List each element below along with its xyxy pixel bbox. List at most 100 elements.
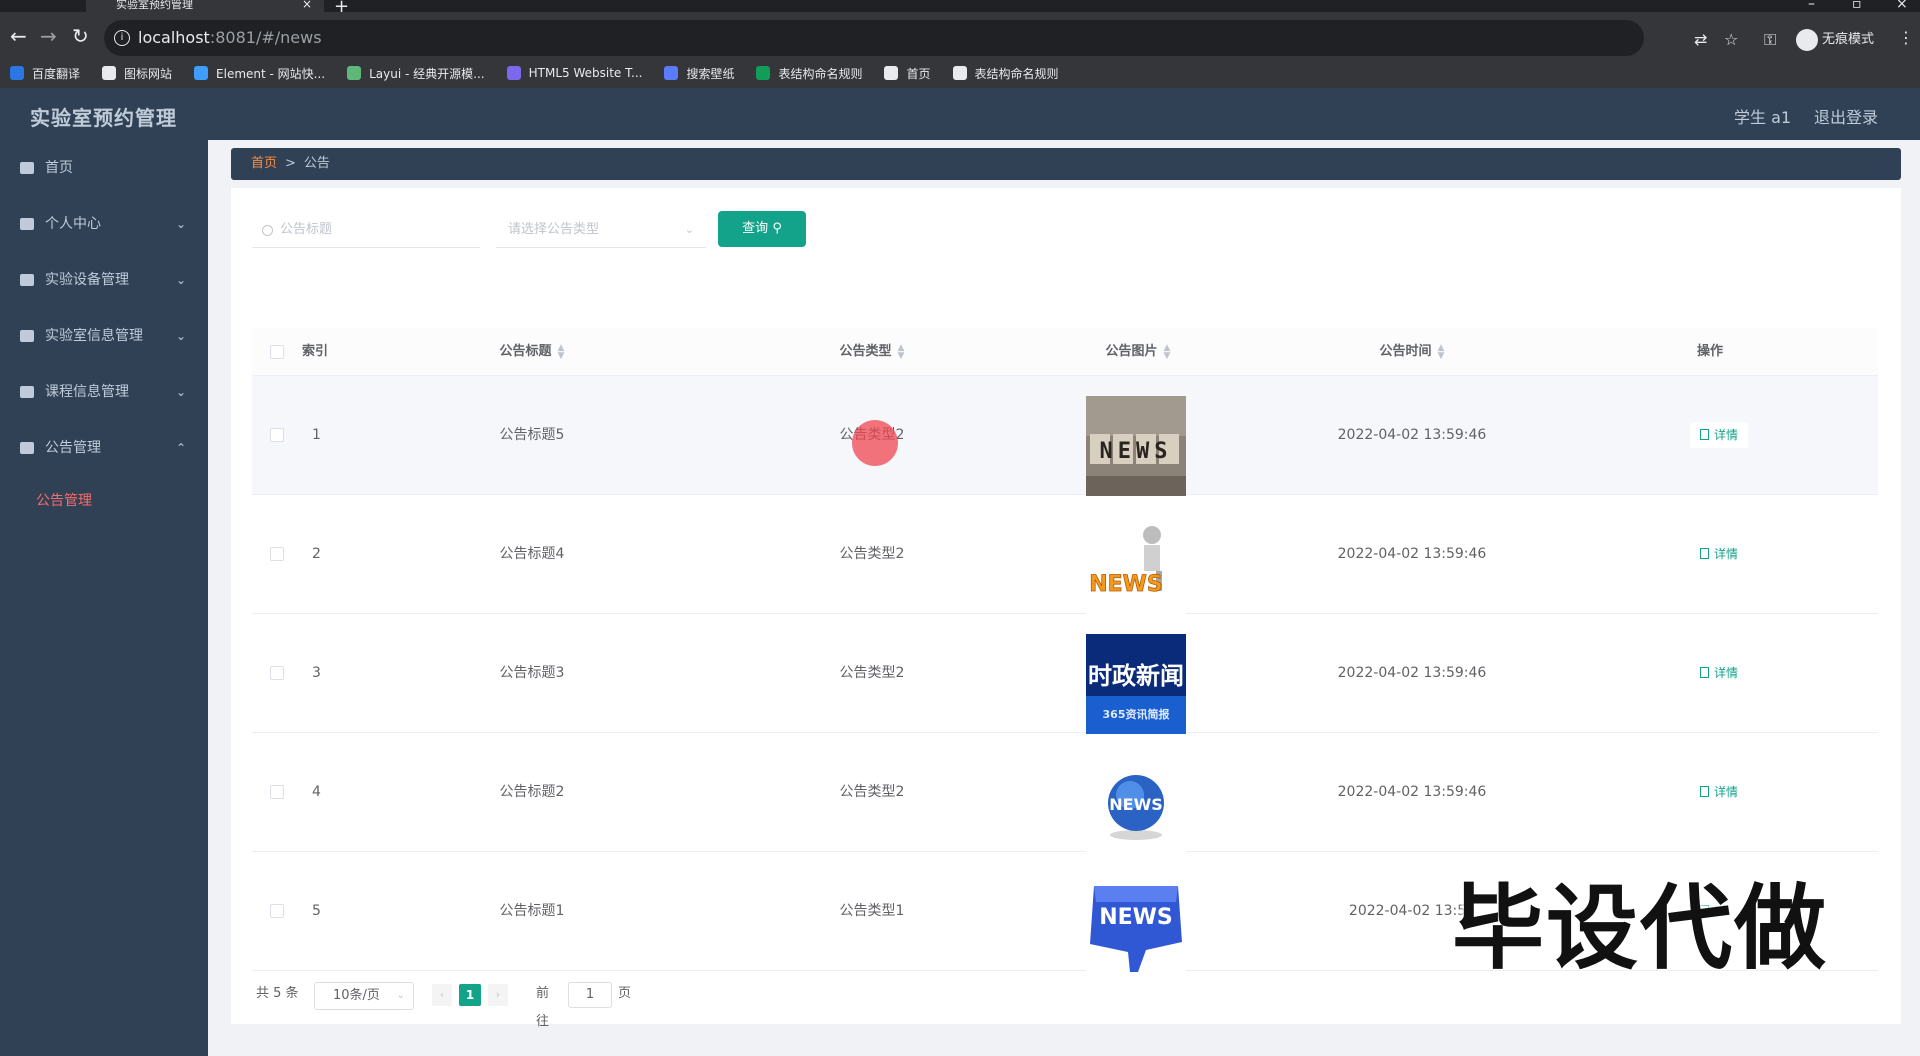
detail-button[interactable]: 详情 — [1690, 779, 1749, 805]
app-header: 实验室预约管理 学生 a1 退出登录 — [0, 88, 1920, 140]
key-icon[interactable]: ⚿ — [1764, 30, 1776, 50]
bookmark-item[interactable]: 表结构命名规则 — [952, 65, 1059, 82]
cell-title: 公告标题4 — [499, 546, 565, 562]
bookmark-item[interactable]: 首页 — [884, 65, 931, 82]
home-icon — [20, 162, 34, 174]
breadcrumb-home[interactable]: 首页 — [251, 156, 277, 171]
col-header-index: 索引 — [302, 328, 332, 376]
star-icon[interactable]: ☆ — [1724, 30, 1738, 49]
sort-icon[interactable]: ▲ ▼ — [558, 343, 565, 360]
sidebar-subitem-notice-manage[interactable]: 公告管理 — [0, 476, 208, 526]
sidebar: 首页 个人中心 ⌄ 实验设备管理 ⌄ 实验室信息管理 ⌄ 课程信息管理 ⌄ 公告… — [0, 140, 208, 1056]
bookmark-label: Layui - 经典开源模... — [369, 66, 485, 81]
bookmark-item[interactable]: 图标网站 — [102, 65, 172, 82]
bookmark-item[interactable]: 表结构命名规则 — [756, 65, 862, 82]
query-button[interactable]: 查询 ⚲ — [718, 211, 806, 247]
cell-type: 公告类型2 — [839, 665, 905, 681]
user-name[interactable]: 学生 a1 — [1734, 104, 1791, 128]
col-header-image[interactable]: 公告图片 ▲ ▼ — [1058, 328, 1218, 376]
col-header-image-label: 公告图片 — [1105, 344, 1158, 359]
col-header-title[interactable]: 公告标题 ▲ ▼ — [452, 328, 612, 376]
news-blocks-image[interactable]: NEWS — [1086, 396, 1186, 496]
site-info-icon[interactable]: i — [114, 30, 130, 46]
watermark-text: 毕设代做 — [1452, 875, 1829, 982]
news-figure-image[interactable]: NEWS — [1086, 515, 1186, 615]
next-page-button[interactable]: › — [488, 984, 508, 1006]
politics-news-image[interactable]: 时政新闻 365资讯简报 — [1086, 634, 1186, 734]
sort-icon[interactable]: ▲ ▼ — [898, 343, 905, 360]
sort-icon[interactable]: ▲ ▼ — [1164, 343, 1171, 360]
logout-button[interactable]: 退出登录 — [1814, 104, 1878, 128]
cell-time: 2022-04-02 13:59:46 — [1337, 665, 1487, 681]
more-menu-icon[interactable]: ⋮ — [1898, 28, 1914, 47]
clipboard-icon — [20, 386, 34, 398]
search-icon — [262, 225, 273, 236]
breadcrumb: 首页 > 公告 — [231, 148, 1901, 180]
maximize-icon[interactable]: ▫ — [1852, 0, 1862, 12]
sidebar-item-notice[interactable]: 公告管理 ⌃ — [0, 420, 208, 476]
incognito-badge[interactable]: 无痕模式 — [1796, 28, 1874, 51]
col-header-time-label: 公告时间 — [1379, 344, 1432, 359]
col-header-type-label: 公告类型 — [839, 344, 892, 359]
sidebar-item-equipment[interactable]: 实验设备管理 ⌄ — [0, 252, 208, 308]
url-bar[interactable]: i localhost:8081/#/news — [104, 20, 1644, 56]
chevron-down-icon: ⌄ — [175, 385, 186, 399]
page-number-current[interactable]: 1 — [459, 984, 481, 1006]
goto-page-input[interactable]: 1 — [568, 982, 612, 1008]
detail-button[interactable]: 详情 — [1690, 660, 1749, 686]
bookmark-favicon-icon — [347, 66, 362, 80]
cell-title: 公告标题2 — [499, 784, 565, 800]
bookmark-item[interactable]: HTML5 Website T... — [506, 66, 642, 80]
translate-icon[interactable]: ⇄ — [1694, 30, 1707, 49]
detail-button[interactable]: 详情 — [1690, 541, 1749, 567]
chevron-up-icon: ⌃ — [175, 441, 186, 455]
news-key-image[interactable]: NEWS — [1086, 872, 1186, 972]
bookmark-favicon-icon — [952, 66, 967, 80]
row-checkbox[interactable] — [270, 904, 284, 918]
row-checkbox[interactable] — [270, 547, 284, 561]
app-title: 实验室预约管理 — [30, 106, 177, 130]
news-globe-image[interactable]: NEWS — [1086, 753, 1186, 853]
bookmark-item[interactable]: Element - 网站快... — [194, 65, 325, 82]
table-row[interactable]: 4 公告标题2 公告类型2 NEWS 2022-04-02 13:59:46 详… — [252, 733, 1878, 853]
table-row[interactable]: 3 公告标题3 公告类型2 时政新闻 365资讯简报 2022-04-02 13… — [252, 614, 1878, 734]
incognito-label: 无痕模式 — [1822, 32, 1875, 47]
row-checkbox[interactable] — [270, 428, 284, 442]
table-row[interactable]: 1 公告标题5 公告类型2 NEWS 2022-04-02 13:59:46 详… — [252, 376, 1878, 496]
close-window-icon[interactable]: × — [1896, 0, 1908, 12]
sidebar-item-home[interactable]: 首页 — [0, 140, 208, 196]
sidebar-item-lab-info[interactable]: 实验室信息管理 ⌄ — [0, 308, 208, 364]
notice-title-input[interactable]: 公告标题 — [252, 212, 480, 248]
table-row[interactable]: 2 公告标题4 公告类型2 NEWS 2022-04-02 13:59:46 详… — [252, 495, 1878, 615]
browser-tab[interactable]: 实验室预约管理 × — [86, 0, 324, 12]
sidebar-item-label: 公告管理 — [45, 440, 101, 456]
col-header-title-label: 公告标题 — [499, 344, 552, 359]
row-checkbox[interactable] — [270, 785, 284, 799]
bookmark-item[interactable]: 百度翻译 — [10, 65, 80, 82]
bookmark-item[interactable]: 搜索壁纸 — [664, 65, 734, 82]
forward-icon[interactable]: → — [40, 24, 57, 48]
col-header-type[interactable]: 公告类型 ▲ ▼ — [792, 328, 952, 376]
sidebar-item-personal[interactable]: 个人中心 ⌄ — [0, 196, 208, 252]
bookmark-item[interactable]: Layui - 经典开源模... — [347, 65, 485, 82]
detail-button[interactable]: 详情 — [1690, 422, 1749, 448]
close-tab-icon[interactable]: × — [302, 0, 312, 10]
page-size-value: 10条/页 — [333, 988, 380, 1003]
bookmark-label: 搜索壁纸 — [686, 66, 735, 81]
notice-type-placeholder: 请选择公告类型 — [508, 222, 600, 237]
sidebar-item-course[interactable]: 课程信息管理 ⌄ — [0, 364, 208, 420]
minimize-icon[interactable]: – — [1808, 0, 1815, 12]
select-all-checkbox[interactable] — [270, 345, 284, 359]
bookmark-label: 首页 — [906, 66, 931, 81]
prev-page-button[interactable]: ‹ — [432, 984, 452, 1006]
col-header-time[interactable]: 公告时间 ▲ ▼ — [1332, 328, 1492, 376]
browser-toolbar: ← → ↻ i localhost:8081/#/news ⇄ ☆ ⚿ 无痕模式… — [0, 12, 1920, 64]
chevron-down-icon: ⌄ — [175, 217, 186, 231]
sort-icon[interactable]: ▲ ▼ — [1438, 343, 1445, 360]
notice-type-select[interactable]: 请选择公告类型 ⌄ — [496, 212, 706, 248]
back-icon[interactable]: ← — [10, 24, 27, 48]
reload-icon[interactable]: ↻ — [72, 24, 89, 48]
page-size-select[interactable]: 10条/页 ⌄ — [314, 982, 414, 1010]
news-globe-text: NEWS — [1109, 795, 1163, 814]
row-checkbox[interactable] — [270, 666, 284, 680]
